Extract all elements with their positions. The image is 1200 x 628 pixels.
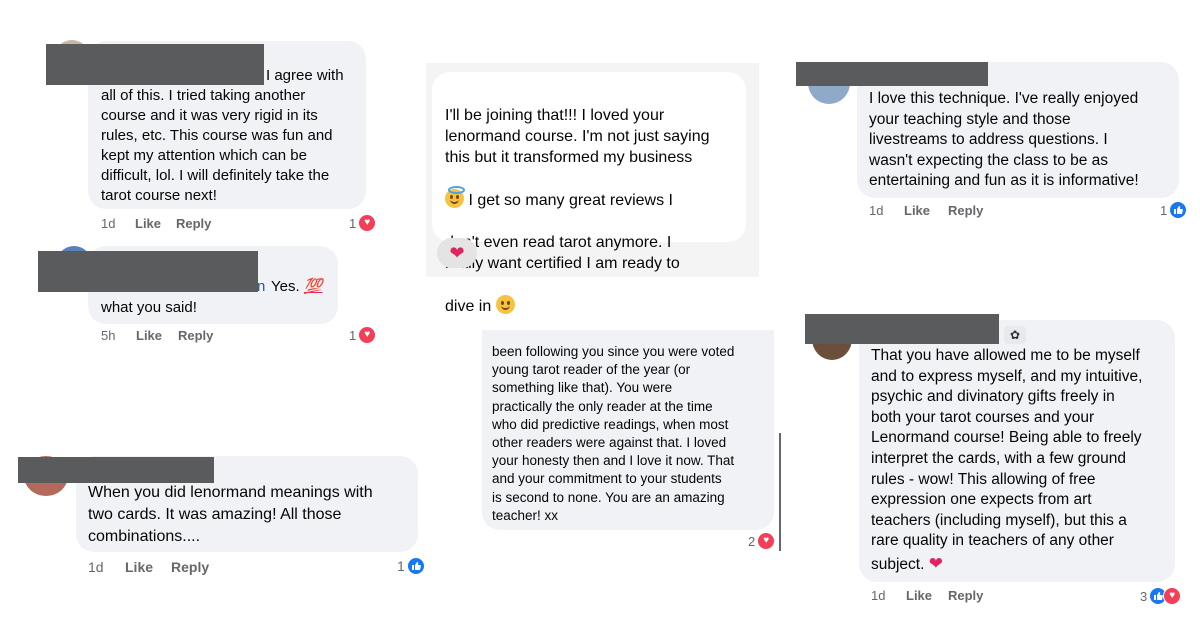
comment-text: That you have allowed me to be myself an… bbox=[871, 347, 1143, 550]
comment-text: I'll be joining that!!! I loved your len… bbox=[445, 84, 745, 338]
reaction-number: 3 bbox=[1140, 588, 1148, 604]
reply-button[interactable]: Reply bbox=[948, 203, 983, 218]
like-button[interactable]: Like bbox=[904, 203, 930, 218]
heart-reaction-icon: ♥ bbox=[359, 215, 376, 231]
author-name-tail[interactable]: n bbox=[257, 276, 265, 298]
comment-text: I agree with all of this. I tried taking… bbox=[101, 67, 344, 204]
smiling-face-with-halo-emoji bbox=[445, 186, 465, 208]
like-button[interactable]: Like bbox=[135, 216, 161, 231]
comment-text-part1: I'll be joining that!!! I loved your len… bbox=[445, 107, 710, 166]
reaction-count[interactable]: 2 ♥ bbox=[748, 533, 775, 549]
comment-text-line2: what you said! bbox=[101, 299, 197, 316]
timestamp: 5h bbox=[101, 328, 116, 343]
reply-button[interactable]: Reply bbox=[176, 216, 211, 231]
redacted-name bbox=[805, 314, 999, 344]
heart-reaction-icon: ♥ bbox=[359, 327, 376, 343]
heart-reaction-button[interactable]: ❤ bbox=[437, 238, 477, 268]
reaction-count[interactable]: 1 bbox=[1160, 202, 1187, 218]
heart-emoji: ❤ bbox=[928, 554, 943, 574]
comment-text-part4: dive in bbox=[445, 298, 492, 315]
like-reaction-icon bbox=[1170, 202, 1187, 218]
reaction-number: 1 bbox=[397, 558, 405, 574]
heart-reaction-icon: ♥ bbox=[758, 533, 775, 549]
like-button[interactable]: Like bbox=[906, 588, 932, 603]
redacted-name bbox=[796, 62, 988, 86]
reply-button[interactable]: Reply bbox=[178, 328, 213, 343]
smiling-face-emoji bbox=[495, 295, 515, 314]
comment-text-part3: don't even read tarot anymore. I really … bbox=[445, 234, 680, 272]
timestamp: 1d bbox=[101, 216, 116, 231]
comment-text-line1: Yes. bbox=[271, 278, 304, 295]
hundred-points-emoji: 💯 bbox=[303, 278, 323, 295]
reaction-number: 1 bbox=[349, 215, 357, 231]
timestamp: 1d bbox=[871, 588, 886, 603]
reaction-number: 2 bbox=[748, 533, 756, 549]
reply-button[interactable]: Reply bbox=[948, 588, 983, 603]
like-button[interactable]: Like bbox=[125, 559, 153, 575]
like-button[interactable]: Like bbox=[136, 328, 162, 343]
redacted-name bbox=[18, 457, 214, 483]
comment-text: been following you since you were voted … bbox=[492, 344, 735, 523]
comment-text: n Yes. 💯 what you said! bbox=[101, 276, 337, 364]
timestamp: 1d bbox=[88, 559, 104, 575]
heart-icon: ❤ bbox=[449, 242, 465, 264]
reaction-number: 1 bbox=[349, 327, 357, 343]
like-reaction-icon bbox=[407, 558, 424, 574]
reaction-count[interactable]: 1 bbox=[397, 558, 424, 574]
reaction-count[interactable]: 1 ♥ bbox=[349, 327, 376, 343]
scrollbar[interactable] bbox=[779, 433, 781, 551]
comment-text: When you did lenormand meanings with two… bbox=[88, 484, 373, 545]
reaction-count[interactable]: 1 ♥ bbox=[349, 215, 376, 231]
comment-last-line: subject. ❤ bbox=[871, 554, 943, 574]
comment-text-part2: I get so many great reviews I bbox=[468, 192, 673, 209]
reaction-count[interactable]: 3 ♥ bbox=[1140, 587, 1182, 605]
timestamp: 1d bbox=[869, 203, 884, 218]
rose-icon: ✿ bbox=[1004, 326, 1026, 344]
comment-text: I love this technique. I've really enjoy… bbox=[869, 90, 1139, 190]
reply-button[interactable]: Reply bbox=[171, 559, 209, 575]
heart-reaction-icon: ♥ bbox=[1163, 587, 1182, 605]
reaction-number: 1 bbox=[1160, 202, 1168, 218]
comment-text-last: subject. bbox=[871, 556, 925, 573]
